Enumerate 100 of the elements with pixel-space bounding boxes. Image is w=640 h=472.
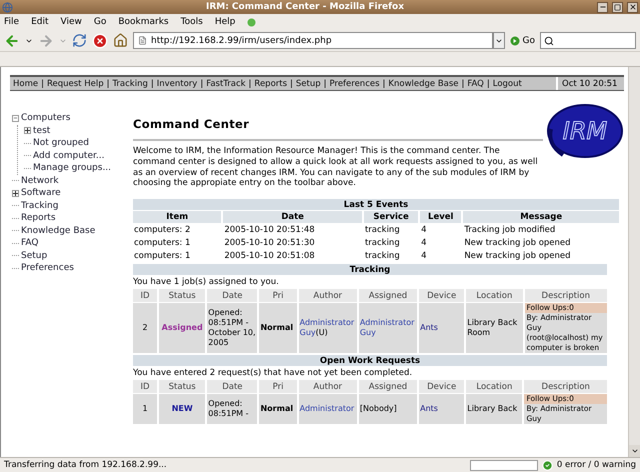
sidebar-link[interactable]: Preferences [21,263,74,274]
table-cell-text: 4 [420,250,428,262]
table-cell: Library Back [466,394,522,424]
close-button[interactable] [627,2,638,12]
column-header: Author [298,380,357,394]
sidebar-link[interactable]: Network [21,176,59,186]
table-cell: 2 [133,303,158,354]
nav-link[interactable]: Reports [254,78,288,88]
column-header: Date [207,289,258,302]
table-cell-text: 2005-10-10 20:51:08 [223,250,316,262]
nav-link[interactable]: Tracking [112,78,148,88]
play-icon [510,36,520,46]
column-header: Assigned [358,289,418,302]
table-cell-text: tracking [364,237,401,250]
menu-item[interactable]: View [60,17,82,27]
column-header: Assigned [358,380,418,394]
menu-item[interactable]: Bookmarks [118,17,169,27]
table-cell-text: tracking [364,250,401,262]
go-button[interactable]: Go [510,36,535,46]
column-header: Pri [259,289,297,302]
nav-link[interactable]: Knowledge Base [388,78,459,88]
device-link[interactable]: Ants [420,404,438,414]
back-button[interactable] [4,32,20,48]
table-cell: Normal [259,394,297,424]
section-note: You have entered 2 request(s) that have not yet been completed. [133,367,414,380]
sidebar-link[interactable]: Computers [21,113,70,124]
device-link[interactable]: Ants [420,323,438,332]
author-cell[interactable]: Administrator Guy(U) [298,303,357,354]
sidebar-link[interactable]: Knowledge Base [21,226,96,236]
scrollbar[interactable] [628,67,640,457]
nav-link[interactable]: Inventory [156,78,198,88]
nav-separator: | [106,78,110,88]
column-header: Status [159,380,206,394]
sidebar-link[interactable]: Not grouped [33,138,90,148]
sidebar-link[interactable]: Reports [21,213,56,224]
table-cell-text: New tracking job opened [463,237,572,250]
scroll-down-icon[interactable] [630,447,638,455]
error-summary: 0 error / 0 warning [556,460,636,470]
sidebar-link[interactable]: Setup [21,250,48,261]
status-text: Assigned [162,323,203,332]
minimize-button[interactable] [597,2,608,12]
column-header: Service [364,211,418,224]
sidebar-link[interactable]: Tracking [21,200,58,211]
table-cell-text: computers: 1 [133,237,192,250]
nav-separator: | [41,78,44,88]
sidebar-link[interactable]: test [33,126,50,136]
table-cell-text: 2005-10-10 20:51:30 [223,237,316,250]
history-dropdown[interactable] [492,32,505,49]
date-label: Oct 10 20:51 [556,77,624,90]
table-cell-text: New tracking job opened [463,250,572,262]
search-field[interactable] [540,32,636,49]
nav-link[interactable]: Request Help [46,78,104,88]
table-cell-text: 2005-10-10 20:51:48 [223,224,316,236]
maximize-button[interactable] [612,2,623,12]
nav-link[interactable]: Home [13,78,38,88]
nav-link[interactable]: FAQ [467,78,484,88]
page-icon [138,36,147,45]
menu-item[interactable]: Edit [31,17,48,27]
nav-separator: | [324,78,327,88]
nav-separator: | [200,78,204,88]
column-header: Device [419,289,464,302]
intro-paragraph: Welcome to IRM, the Information Resource Manager! This is the command center. The command center is designed to allow a quick look at all work requests assigned to you, as well as an overview of recent changes IRM. You can navigate to any of the sub modules of IRM by choosing the appropiate entry on the toolbar above. [133,146,539,190]
status-text: NEW [172,404,193,414]
sidebar-link[interactable]: Manage groups... [33,163,112,174]
table-cell-text: Tracking job modified [463,224,556,236]
window-title: IRM: Command Center - Mozilla Firefox [204,2,406,12]
expand-toggle[interactable] [24,127,31,134]
status-dot-icon [247,18,256,26]
column-header: Status [159,289,206,302]
column-header: Location [466,289,523,302]
column-header: Message [463,211,619,224]
nav-link[interactable]: FastTrack [206,78,246,88]
address-field[interactable]: http://192.168.2.99/irm/users/index.php [133,32,493,49]
nav-separator: | [382,78,386,88]
menu-item[interactable]: File [4,17,20,27]
menu-item[interactable]: Help [214,17,236,27]
sidebar-link[interactable]: Software [21,188,61,198]
sidebar-link[interactable]: FAQ [21,238,38,248]
home-button[interactable] [113,33,128,48]
section-note: You have 1 job(s) assigned to you. [133,276,280,288]
nav-link[interactable]: Setup [296,78,321,88]
stop-button[interactable] [92,32,108,48]
expand-toggle[interactable] [12,190,19,197]
nav-separator: | [150,78,154,88]
menu-item[interactable]: Go [94,17,106,27]
column-header: ID [133,289,158,302]
collapse-toggle[interactable] [12,114,19,122]
reload-button[interactable] [72,33,87,48]
column-header: Date [223,211,362,224]
column-header: Description [524,380,607,394]
author-cell[interactable]: Administrator [298,394,357,424]
nav-separator: | [462,78,464,88]
column-header: ID [133,380,158,394]
sidebar-link[interactable]: Add computer... [33,150,104,161]
column-header: Author [298,289,357,302]
nav-link[interactable]: Logout [492,78,522,88]
nav-link[interactable]: Preferences [330,78,380,88]
menu-item[interactable]: Tools [180,17,203,27]
assignee-link[interactable]: Administrator Guy [360,318,416,338]
table-cell: Library Back Room [466,303,523,354]
